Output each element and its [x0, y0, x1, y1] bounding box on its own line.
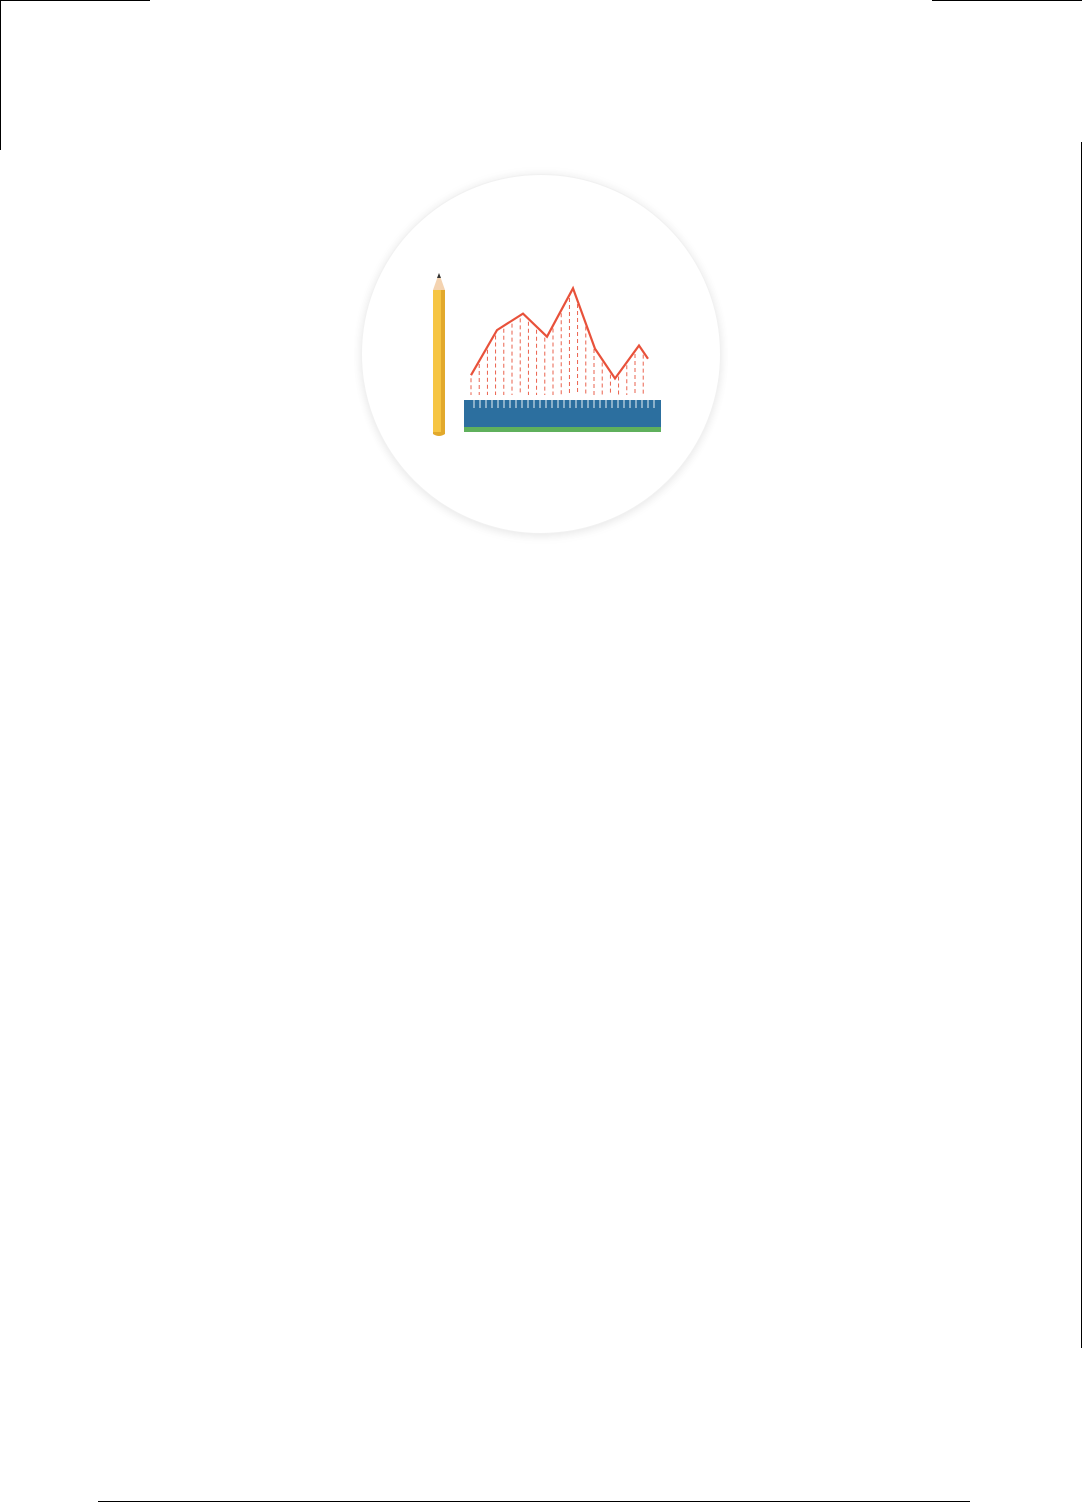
line-chart-icon — [470, 285, 649, 395]
pencil-ruler-line-chart-icon — [433, 273, 661, 436]
ruler-icon — [464, 400, 661, 432]
pencil-stripe — [441, 290, 445, 432]
ruler-edge — [464, 427, 661, 432]
chart-line — [470, 285, 649, 381]
crop-mark-top-right — [932, 0, 1082, 1]
pencil-icon — [433, 273, 445, 436]
ruler-body — [464, 400, 661, 427]
crop-mark-left — [0, 0, 1, 150]
pencil-lead — [437, 273, 441, 278]
chart-drop-lines — [470, 298, 644, 395]
pencil-end — [433, 432, 445, 436]
illustration-circle — [361, 174, 721, 534]
crop-mark-top-left — [0, 0, 150, 1]
